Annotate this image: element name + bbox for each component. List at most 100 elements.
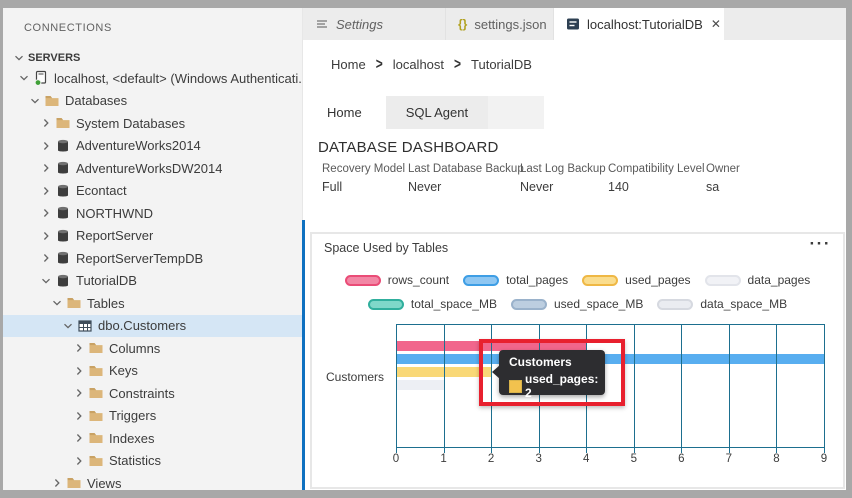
- tree-item-columns[interactable]: Columns: [3, 337, 302, 360]
- tick-label: 3: [535, 453, 542, 465]
- breadcrumb-item-tutorialdb[interactable]: TutorialDB: [471, 57, 532, 72]
- chevron-right-icon[interactable]: [38, 230, 53, 242]
- panel-resize-sash[interactable]: [302, 220, 305, 490]
- legend-swatch-icon: [657, 298, 694, 310]
- chevron-down-icon[interactable]: [60, 320, 75, 332]
- legend-swatch-icon: [367, 298, 404, 310]
- tree-item-label: Keys: [109, 363, 138, 379]
- tree-item-tables[interactable]: Tables: [3, 292, 302, 315]
- legend-item-total_pages[interactable]: total_pages: [463, 273, 568, 287]
- chevron-right-icon[interactable]: [71, 432, 86, 444]
- tree-item-label: ReportServerTempDB: [76, 250, 204, 266]
- tree-item-reportservertempdb[interactable]: ReportServerTempDB: [3, 247, 302, 270]
- tree-item-dbo-customers[interactable]: dbo.Customers: [3, 314, 302, 337]
- servers-section-label: SERVERS: [28, 51, 81, 64]
- server-icon: [33, 70, 49, 87]
- braces-icon: {}: [458, 17, 468, 31]
- folder-icon: [88, 363, 104, 379]
- tree-item-keys[interactable]: Keys: [3, 360, 302, 383]
- chevron-right-icon[interactable]: [38, 117, 53, 129]
- subtab-home[interactable]: Home: [303, 96, 386, 129]
- chevron-down-icon[interactable]: [38, 275, 53, 287]
- tree-item-localhost-default-windows-authenticati[interactable]: localhost, <default> (Windows Authentica…: [3, 67, 302, 90]
- tree-item-label: localhost, <default> (Windows Authentica…: [54, 70, 302, 86]
- breadcrumb-item-localhost[interactable]: localhost: [393, 57, 444, 72]
- legend-label: data_pages: [747, 273, 811, 287]
- chart-category-label: Customers: [325, 370, 384, 384]
- property-value: sa: [706, 180, 720, 194]
- tick-label: 0: [392, 453, 400, 465]
- tree-item-triggers[interactable]: Triggers: [3, 405, 302, 428]
- editor-area: Settings {} settings.json localhost:Tutoria…: [303, 8, 846, 490]
- legend-item-data_pages[interactable]: data_pages: [704, 273, 811, 287]
- server-tree: localhost, <default> (Windows Authentica…: [3, 67, 302, 490]
- legend-item-used_space_MB[interactable]: used_space_MB: [510, 297, 643, 311]
- chevron-right-icon[interactable]: [38, 162, 53, 174]
- tree-item-statistics[interactable]: Statistics: [3, 450, 302, 473]
- tree-item-northwnd[interactable]: NORTHWND: [3, 202, 302, 225]
- chevron-right-icon[interactable]: [71, 342, 86, 354]
- chevron-right-icon[interactable]: [71, 455, 86, 467]
- property-label: Owner: [706, 163, 740, 175]
- property-owner: Owner sa: [706, 163, 740, 194]
- servers-section-header[interactable]: SERVERS: [3, 48, 302, 67]
- chevron-right-icon[interactable]: [71, 387, 86, 399]
- tree-item-adventureworksdw2014[interactable]: AdventureWorksDW2014: [3, 157, 302, 180]
- tree-item-label: Columns: [109, 340, 161, 356]
- legend-label: data_space_MB: [700, 297, 788, 311]
- property-label: Last Log Backup: [520, 163, 606, 175]
- legend-swatch-icon: [510, 298, 547, 310]
- tab-settings-json[interactable]: {} settings.json: [446, 8, 554, 40]
- database-icon: [55, 250, 71, 266]
- tree-item-indexes[interactable]: Indexes: [3, 427, 302, 450]
- chevron-right-icon[interactable]: [38, 185, 53, 197]
- tree-item-label: Tables: [87, 295, 125, 311]
- folder-icon: [88, 453, 104, 469]
- chevron-right-icon[interactable]: [71, 410, 86, 422]
- tick-label: 4: [583, 453, 590, 465]
- tab-label: settings.json: [474, 16, 547, 32]
- chevron-right-icon[interactable]: [38, 140, 53, 152]
- tree-item-adventureworks2014[interactable]: AdventureWorks2014: [3, 135, 302, 158]
- tree-item-label: Triggers: [109, 408, 157, 424]
- bar-used_pages[interactable]: [397, 367, 493, 377]
- tab-settings[interactable]: Settings: [303, 8, 446, 40]
- close-icon[interactable]: ✕: [703, 17, 721, 31]
- folder-icon: [88, 385, 104, 401]
- legend-item-data_space_MB[interactable]: data_space_MB: [657, 297, 787, 311]
- legend-label: total_space_MB: [410, 297, 497, 311]
- tree-item-reportserver[interactable]: ReportServer: [3, 225, 302, 248]
- breadcrumb-item-home[interactable]: Home: [331, 57, 366, 72]
- chevron-down-icon[interactable]: [16, 72, 31, 84]
- tree-item-databases[interactable]: Databases: [3, 90, 302, 113]
- sidebar-title: CONNECTIONS: [24, 22, 112, 34]
- chart-legend: rows_count total_pages used_pages data_page…: [312, 268, 843, 316]
- chevron-down-icon[interactable]: [27, 95, 42, 107]
- chevron-right-icon[interactable]: [49, 477, 64, 489]
- chevron-right-icon[interactable]: [71, 365, 86, 377]
- dashboard-subtabs: Home SQL Agent: [303, 96, 846, 129]
- widget-menu-button[interactable]: ···: [810, 234, 831, 254]
- database-icon: [55, 273, 71, 289]
- bar-data_pages[interactable]: [397, 380, 445, 390]
- subtab-sql-agent[interactable]: SQL Agent: [385, 96, 489, 129]
- chevron-right-icon[interactable]: [38, 207, 53, 219]
- legend-item-total_space_MB[interactable]: total_space_MB: [367, 297, 497, 311]
- tree-item-views[interactable]: Views: [3, 472, 302, 490]
- tree-item-label: TutorialDB: [76, 273, 137, 289]
- tree-item-constraints[interactable]: Constraints: [3, 382, 302, 405]
- tick-label: 8: [773, 453, 780, 465]
- legend-item-rows_count[interactable]: rows_count: [344, 273, 449, 287]
- property-last-log-backup: Last Log Backup Never: [520, 163, 606, 194]
- breadcrumb-separator-icon: >: [375, 54, 383, 74]
- chevron-down-icon[interactable]: [49, 297, 64, 309]
- tab-label: Settings: [336, 16, 383, 32]
- chevron-right-icon[interactable]: [38, 252, 53, 264]
- tree-item-system-databases[interactable]: System Databases: [3, 112, 302, 135]
- connections-sidebar: CONNECTIONS SERVERS localhost, <default>…: [3, 8, 303, 490]
- tree-item-econtact[interactable]: Econtact: [3, 180, 302, 203]
- tree-item-tutorialdb[interactable]: TutorialDB: [3, 270, 302, 293]
- tab-localhost-tutorialdb[interactable]: localhost:TutorialDB ✕: [554, 8, 724, 40]
- legend-item-used_pages[interactable]: used_pages: [582, 273, 691, 287]
- tree-item-label: dbo.Customers: [98, 318, 187, 334]
